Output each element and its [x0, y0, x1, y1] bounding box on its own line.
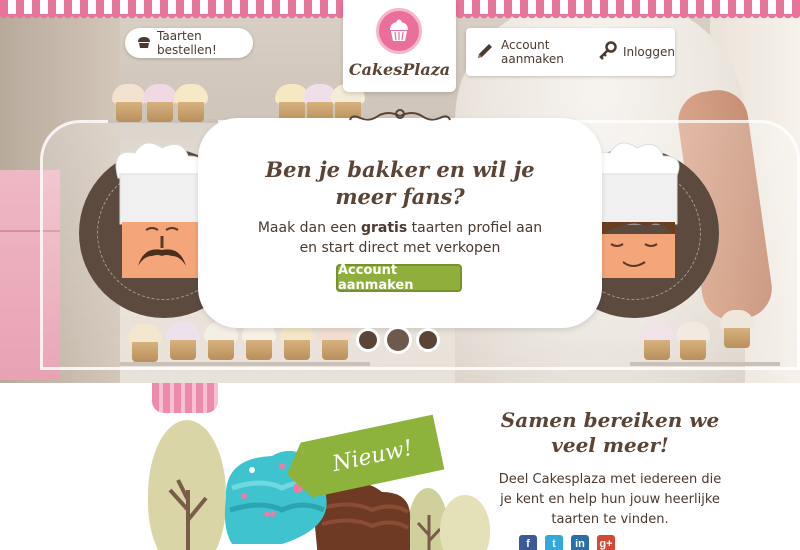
- slide-dot-2[interactable]: [384, 326, 412, 354]
- hero-text-before: Maak dan een: [257, 220, 361, 236]
- facebook-icon[interactable]: f: [519, 535, 537, 550]
- hero-text-after: taarten profiel aan: [407, 220, 543, 236]
- promo-title: Samen bereiken we veel meer!: [460, 408, 760, 458]
- pink-ribbon-decoration: [152, 383, 218, 413]
- promo-text-line2: je kent en help hun jouw heerlijke: [500, 492, 720, 507]
- ornament-flourish-icon: [349, 109, 451, 121]
- background-cupcake: [640, 322, 674, 360]
- bunting-left: [0, 0, 343, 20]
- hero-title: Ben je bakker en wil je meer fans?: [218, 156, 582, 210]
- hero-text-line2: en start direct met verkopen: [299, 240, 501, 256]
- background-cupcake: [112, 84, 146, 122]
- create-account-button[interactable]: Account aanmaken: [336, 263, 462, 293]
- login-label: Inloggen: [622, 45, 675, 59]
- bunting-right: [456, 0, 800, 20]
- background-shelf: [630, 362, 780, 366]
- order-cakes-label: Taarten bestellen!: [157, 29, 217, 57]
- slide-dot-3[interactable]: [416, 328, 440, 352]
- cupcake-logo-icon: [376, 8, 422, 54]
- background-cupcake: [720, 310, 754, 348]
- background-cupcake: [143, 84, 177, 122]
- background-cupcake: [128, 324, 162, 362]
- pencil-icon: [475, 41, 495, 64]
- google-plus-icon[interactable]: g+: [597, 535, 615, 550]
- cake-icon: [137, 35, 151, 52]
- slider-pagination: [356, 326, 440, 354]
- promo-text-line3: taarten te vinden.: [551, 512, 669, 527]
- hero-speech-bubble: Ben je bakker en wil je meer fans? Maak …: [198, 109, 602, 328]
- logo-text: CakesPlaza: [348, 60, 451, 79]
- hero-title-line1: Ben je bakker en wil je: [265, 157, 535, 182]
- order-cakes-button[interactable]: Taarten bestellen!: [125, 28, 253, 58]
- promo-description: Deel Cakesplaza met iedereen die je kent…: [460, 470, 760, 530]
- hero-description: Maak dan een gratis taarten profiel aan …: [208, 218, 592, 258]
- account-panel: Account aanmaken Inloggen: [466, 28, 675, 76]
- promo-text-line1: Deel Cakesplaza met iedereen die: [498, 472, 722, 487]
- promo-title-line2: veel meer!: [551, 433, 669, 457]
- twitter-icon[interactable]: t: [545, 535, 563, 550]
- tree-branches: [168, 479, 208, 550]
- promo-title-line1: Samen bereiken we: [500, 408, 720, 432]
- key-icon: [599, 40, 617, 64]
- background-cupcake: [676, 322, 710, 360]
- background-cupcake: [166, 322, 200, 360]
- background-cupcake: [174, 84, 208, 122]
- create-account-label: Account aanmaken: [501, 38, 564, 66]
- login-link[interactable]: Inloggen: [599, 40, 675, 64]
- site-logo[interactable]: CakesPlaza: [343, 0, 456, 92]
- social-share-bar: f t in g+: [519, 535, 615, 550]
- linkedin-icon[interactable]: in: [571, 535, 589, 550]
- slide-dot-1[interactable]: [356, 328, 380, 352]
- background-shelf: [120, 362, 370, 366]
- hero-title-line2: meer fans?: [335, 184, 465, 209]
- create-account-link[interactable]: Account aanmaken: [475, 38, 585, 66]
- hero-text-bold: gratis: [360, 220, 408, 236]
